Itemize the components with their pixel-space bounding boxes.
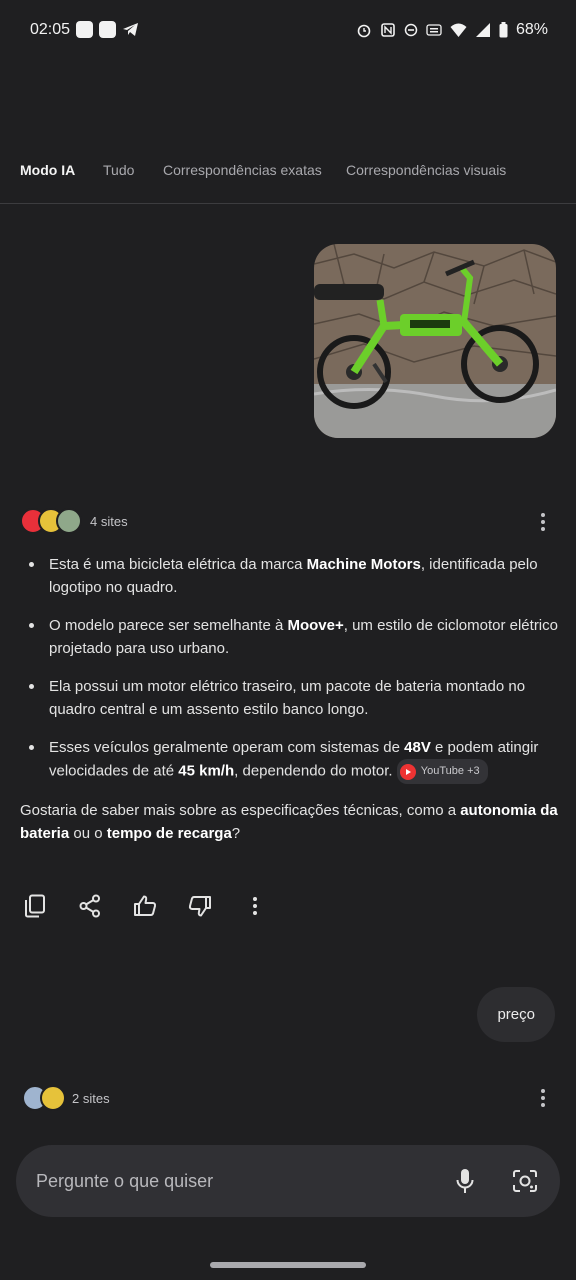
followup-question: Gostaria de saber mais sobre as especifi… xyxy=(20,802,558,842)
square-app-icon xyxy=(99,21,116,38)
system-icons: 68% xyxy=(356,21,548,39)
answer-actions xyxy=(22,893,267,919)
more-options-icon[interactable] xyxy=(533,512,553,532)
sources-count: 4 sites xyxy=(90,513,128,529)
share-button[interactable] xyxy=(77,893,102,919)
source-chip[interactable]: YouTube +3 xyxy=(396,759,488,784)
youtube-icon xyxy=(399,763,416,780)
google-lens-button[interactable] xyxy=(510,1166,540,1196)
battery-icon xyxy=(499,22,508,38)
answer-bullet: Esses veículos geralmente operam com sis… xyxy=(20,736,560,784)
thumbs-down-button[interactable] xyxy=(187,893,212,919)
alarm-icon xyxy=(357,24,371,38)
do-not-disturb-icon xyxy=(404,23,418,37)
microphone-icon xyxy=(456,1169,474,1193)
thumbs-up-icon xyxy=(133,895,156,916)
more-actions-icon[interactable] xyxy=(242,893,267,919)
source-chip-label: YouTube +3 xyxy=(420,765,480,777)
uploaded-bike-photo[interactable] xyxy=(314,244,556,438)
volte-icon xyxy=(426,24,442,36)
ai-answer: Esta é uma bicicleta elétrica da marca M… xyxy=(20,553,560,845)
answer-bullet: Ela possui um motor elétrico traseiro, u… xyxy=(20,675,560,721)
battery-percent: 68% xyxy=(515,21,548,38)
status-time: 02:05 xyxy=(30,21,71,38)
telegram-icon xyxy=(123,23,138,36)
thumbs-up-button[interactable] xyxy=(132,893,157,919)
tab-visual-matches[interactable]: Correspondências visuais xyxy=(346,162,506,178)
tab-all[interactable]: Tudo xyxy=(103,162,134,178)
bike-photo-image xyxy=(314,244,556,438)
sources-count: 2 sites xyxy=(72,1090,110,1106)
search-mode-tabs: Modo IA Tudo Correspondências exatas Cor… xyxy=(0,148,576,204)
v-app-icon xyxy=(76,21,93,38)
status-bar: 02:05 68% xyxy=(0,0,576,62)
notification-icons xyxy=(76,21,139,38)
prompt-input[interactable] xyxy=(36,1170,450,1192)
tab-ai-mode[interactable]: Modo IA xyxy=(20,162,75,178)
answer-bullet: O modelo parece ser semelhante à Moove+,… xyxy=(20,614,560,660)
more-options-icon[interactable] xyxy=(533,1088,553,1108)
wifi-icon xyxy=(450,23,467,37)
copy-icon xyxy=(24,894,45,918)
source-favicon-icon xyxy=(56,508,82,534)
tab-exact-matches[interactable]: Correspondências exatas xyxy=(163,162,322,178)
nfc-icon xyxy=(381,23,395,37)
answer-bullets: Esta é uma bicicleta elétrica da marca M… xyxy=(20,553,560,784)
answer-bullet: Esta é uma bicicleta elétrica da marca M… xyxy=(20,553,560,599)
source-favicon-icon xyxy=(40,1085,66,1111)
lens-icon xyxy=(513,1170,537,1192)
thumbs-down-icon xyxy=(188,896,211,917)
copy-button[interactable] xyxy=(22,893,47,919)
sources-row[interactable]: 4 sites xyxy=(20,508,128,534)
share-icon xyxy=(79,894,100,918)
gesture-nav-handle[interactable] xyxy=(210,1262,366,1268)
sources-row[interactable]: 2 sites xyxy=(22,1085,110,1111)
user-message-bubble: preço xyxy=(477,987,555,1042)
signal-icon xyxy=(475,23,490,37)
prompt-input-bar xyxy=(16,1145,560,1217)
microphone-button[interactable] xyxy=(450,1166,480,1196)
